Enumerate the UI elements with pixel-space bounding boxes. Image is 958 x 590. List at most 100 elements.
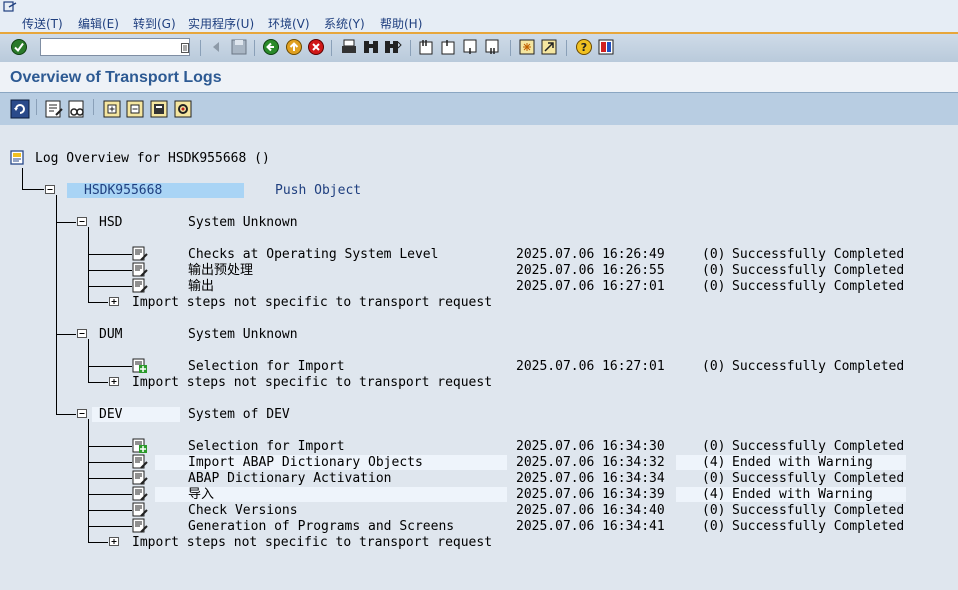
collapse-node-icon[interactable]: [77, 409, 87, 418]
log-doc-icon[interactable]: [132, 518, 148, 534]
menu-item-edit[interactable]: 编辑(E): [78, 15, 119, 32]
step-return-code: (0): [702, 519, 726, 534]
step-return-code: (0): [702, 247, 726, 262]
step-return-code: (0): [702, 359, 726, 374]
first-page-icon[interactable]: [418, 38, 436, 56]
step-status: Successfully Completed: [732, 263, 905, 278]
step-return-code: (0): [702, 279, 726, 294]
log-doc-icon[interactable]: [132, 278, 148, 294]
step-label: ABAP Dictionary Activation: [188, 471, 392, 486]
print-icon[interactable]: [340, 38, 358, 56]
create-session-icon[interactable]: [518, 38, 536, 56]
command-history-icon[interactable]: [181, 43, 189, 53]
request-action: Push Object: [275, 183, 362, 198]
step-timestamp: 2025.07.06 16:34:30: [516, 439, 665, 454]
expand-all-icon[interactable]: [102, 99, 122, 119]
system-desc: System Unknown: [188, 215, 298, 230]
step-label: Selection for Import: [188, 359, 345, 374]
step-timestamp: 2025.07.06 16:26:55: [516, 263, 665, 278]
step-timestamp: 2025.07.06 16:27:01: [516, 279, 665, 294]
log-doc-icon[interactable]: [132, 246, 148, 262]
legend-icon[interactable]: [149, 99, 169, 119]
application-toolbar: [0, 92, 958, 126]
non-specific-steps[interactable]: Import steps not specific to transport r…: [132, 375, 492, 391]
enter-icon[interactable]: [10, 38, 28, 56]
expand-node-icon[interactable]: [109, 297, 119, 306]
log-doc-icon[interactable]: [132, 454, 148, 470]
log-doc-icon[interactable]: [132, 470, 148, 486]
refresh-icon[interactable]: [10, 99, 30, 119]
menu-item-system[interactable]: 系统(Y): [324, 15, 365, 32]
step-timestamp: 2025.07.06 16:34:34: [516, 471, 665, 486]
exit-icon[interactable]: [285, 38, 303, 56]
cancel-icon[interactable]: [307, 38, 325, 56]
collapse-node-icon[interactable]: [45, 185, 55, 194]
settings-icon[interactable]: [173, 99, 193, 119]
step-status: Ended with Warning: [732, 487, 873, 502]
step-timestamp: 2025.07.06 16:26:49: [516, 247, 665, 262]
title-area: Overview of Transport Logs: [0, 62, 958, 92]
collapse-all-icon[interactable]: [125, 99, 145, 119]
collapse-node-icon[interactable]: [77, 217, 87, 226]
save-icon[interactable]: [230, 38, 248, 56]
request-id[interactable]: HSDK955668: [84, 183, 162, 199]
step-return-code: (0): [702, 263, 726, 278]
display-log-icon[interactable]: [44, 99, 64, 119]
step-timestamp: 2025.07.06 16:34:40: [516, 503, 665, 518]
step-label: 输出预处理: [188, 263, 254, 278]
expand-node-icon[interactable]: [109, 377, 119, 386]
system-name[interactable]: DUM: [99, 327, 122, 343]
step-status: Successfully Completed: [732, 471, 905, 486]
system-name[interactable]: DEV: [99, 407, 122, 423]
selection-icon[interactable]: [132, 438, 148, 454]
log-doc-icon[interactable]: [132, 262, 148, 278]
system-desc: System of DEV: [188, 407, 290, 422]
log-doc-icon[interactable]: [132, 486, 148, 502]
collapse-field-icon[interactable]: [208, 38, 226, 56]
menu-item-help[interactable]: 帮助(H): [380, 15, 422, 32]
step-status: Successfully Completed: [732, 503, 905, 518]
step-status: Successfully Completed: [732, 519, 905, 534]
step-return-code: (0): [702, 503, 726, 518]
back-icon[interactable]: [262, 38, 280, 56]
log-doc-icon[interactable]: [132, 502, 148, 518]
step-status: Successfully Completed: [732, 359, 905, 374]
step-return-code: (0): [702, 439, 726, 454]
step-status: Successfully Completed: [732, 247, 905, 262]
system-menu-icon[interactable]: [3, 1, 17, 13]
expand-node-icon[interactable]: [109, 537, 119, 546]
non-specific-steps[interactable]: Import steps not specific to transport r…: [132, 295, 492, 311]
step-timestamp: 2025.07.06 16:27:01: [516, 359, 665, 374]
menu-item-goto[interactable]: 转到(G): [133, 15, 176, 32]
step-timestamp: 2025.07.06 16:34:39: [516, 487, 665, 502]
command-field[interactable]: [40, 38, 190, 56]
log-overview-icon: [10, 150, 24, 165]
tree-root-label: Log Overview for HSDK955668 (): [35, 151, 270, 166]
non-specific-steps[interactable]: Import steps not specific to transport r…: [132, 535, 492, 551]
step-label: Generation of Programs and Screens: [188, 519, 455, 534]
find-next-icon[interactable]: [384, 38, 402, 56]
step-label: 导入: [188, 487, 215, 502]
shortcut-icon[interactable]: [540, 38, 558, 56]
last-page-icon[interactable]: [484, 38, 502, 56]
step-return-code: (4): [702, 487, 726, 502]
collapse-node-icon[interactable]: [77, 329, 87, 338]
find-icon[interactable]: [362, 38, 380, 56]
menu-item-utilities[interactable]: 实用程序(U): [188, 15, 254, 32]
help-icon[interactable]: ?: [575, 38, 593, 56]
page-title: Overview of Transport Logs: [10, 69, 222, 86]
log-tree: Log Overview for HSDK955668 () HSDK95566…: [0, 125, 958, 590]
system-desc: System Unknown: [188, 327, 298, 342]
system-name[interactable]: HSD: [99, 215, 122, 231]
next-page-icon[interactable]: [462, 38, 480, 56]
standard-toolbar: ?: [0, 32, 958, 64]
menu-item-transport[interactable]: 传送(T): [22, 15, 63, 32]
selection-icon[interactable]: [132, 358, 148, 374]
previous-page-icon[interactable]: [440, 38, 458, 56]
display-details-icon[interactable]: [67, 99, 87, 119]
menu-item-environment[interactable]: 环境(V): [268, 15, 310, 32]
layout-menu-icon[interactable]: [597, 38, 615, 56]
step-label: Import ABAP Dictionary Objects: [188, 455, 423, 470]
step-label: Check Versions: [188, 503, 298, 518]
step-status: Ended with Warning: [732, 455, 873, 470]
